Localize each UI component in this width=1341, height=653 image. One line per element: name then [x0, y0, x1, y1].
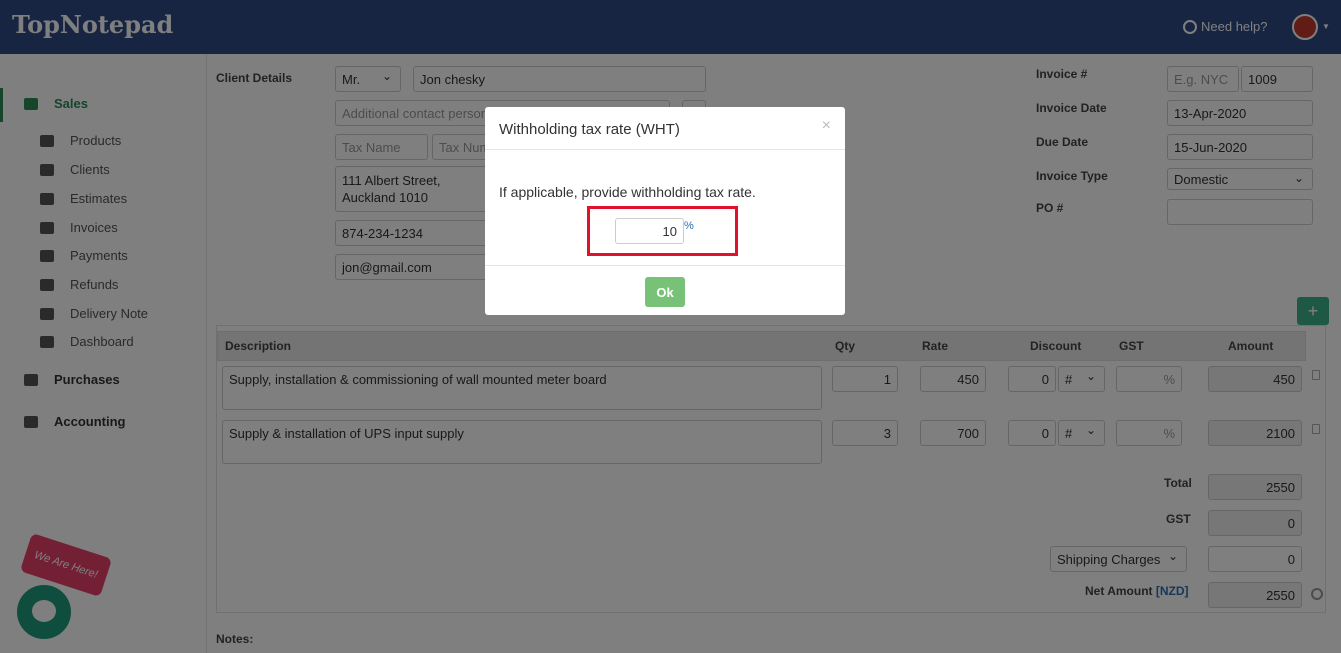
modal-message: If applicable, provide withholding tax r… — [499, 184, 756, 200]
modal-footer-divider — [485, 265, 845, 266]
highlight-box — [587, 206, 738, 256]
modal-title: Withholding tax rate (WHT) — [499, 121, 680, 138]
modal-backdrop[interactable] — [0, 0, 1341, 653]
ok-button[interactable]: Ok — [645, 277, 685, 307]
close-icon[interactable]: × — [822, 117, 831, 135]
modal-divider — [485, 149, 845, 150]
